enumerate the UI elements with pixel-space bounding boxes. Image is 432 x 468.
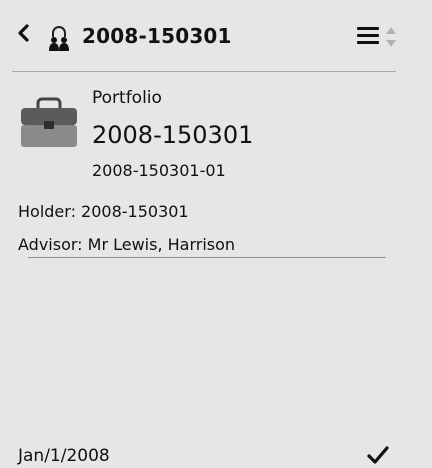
record-sub-id: 2008-150301-01	[92, 161, 226, 180]
briefcase-icon	[21, 97, 77, 147]
menu-bar-1	[357, 27, 379, 30]
sort-arrows-icon[interactable]	[384, 24, 398, 50]
advisor-underline	[28, 257, 386, 258]
menu-button[interactable]	[357, 27, 379, 45]
menu-bar-3	[357, 41, 379, 44]
record-type-label: Portfolio	[92, 88, 162, 108]
advisor-field[interactable]: Advisor: Mr Lewis, Harrison	[18, 235, 235, 254]
header-bar: 2008-150301	[0, 0, 432, 72]
chevron-left-icon	[18, 24, 29, 42]
checkmark-icon[interactable]	[366, 444, 390, 466]
menu-bar-2	[357, 34, 379, 37]
record-date: Jan/1/2008	[18, 446, 110, 466]
page-title: 2008-150301	[82, 24, 232, 48]
header-divider	[12, 71, 396, 72]
record-title: 2008-150301	[92, 121, 254, 149]
holder-field: Holder: 2008-150301	[18, 202, 189, 221]
lock-people-icon	[49, 26, 69, 51]
back-button[interactable]	[12, 22, 34, 44]
